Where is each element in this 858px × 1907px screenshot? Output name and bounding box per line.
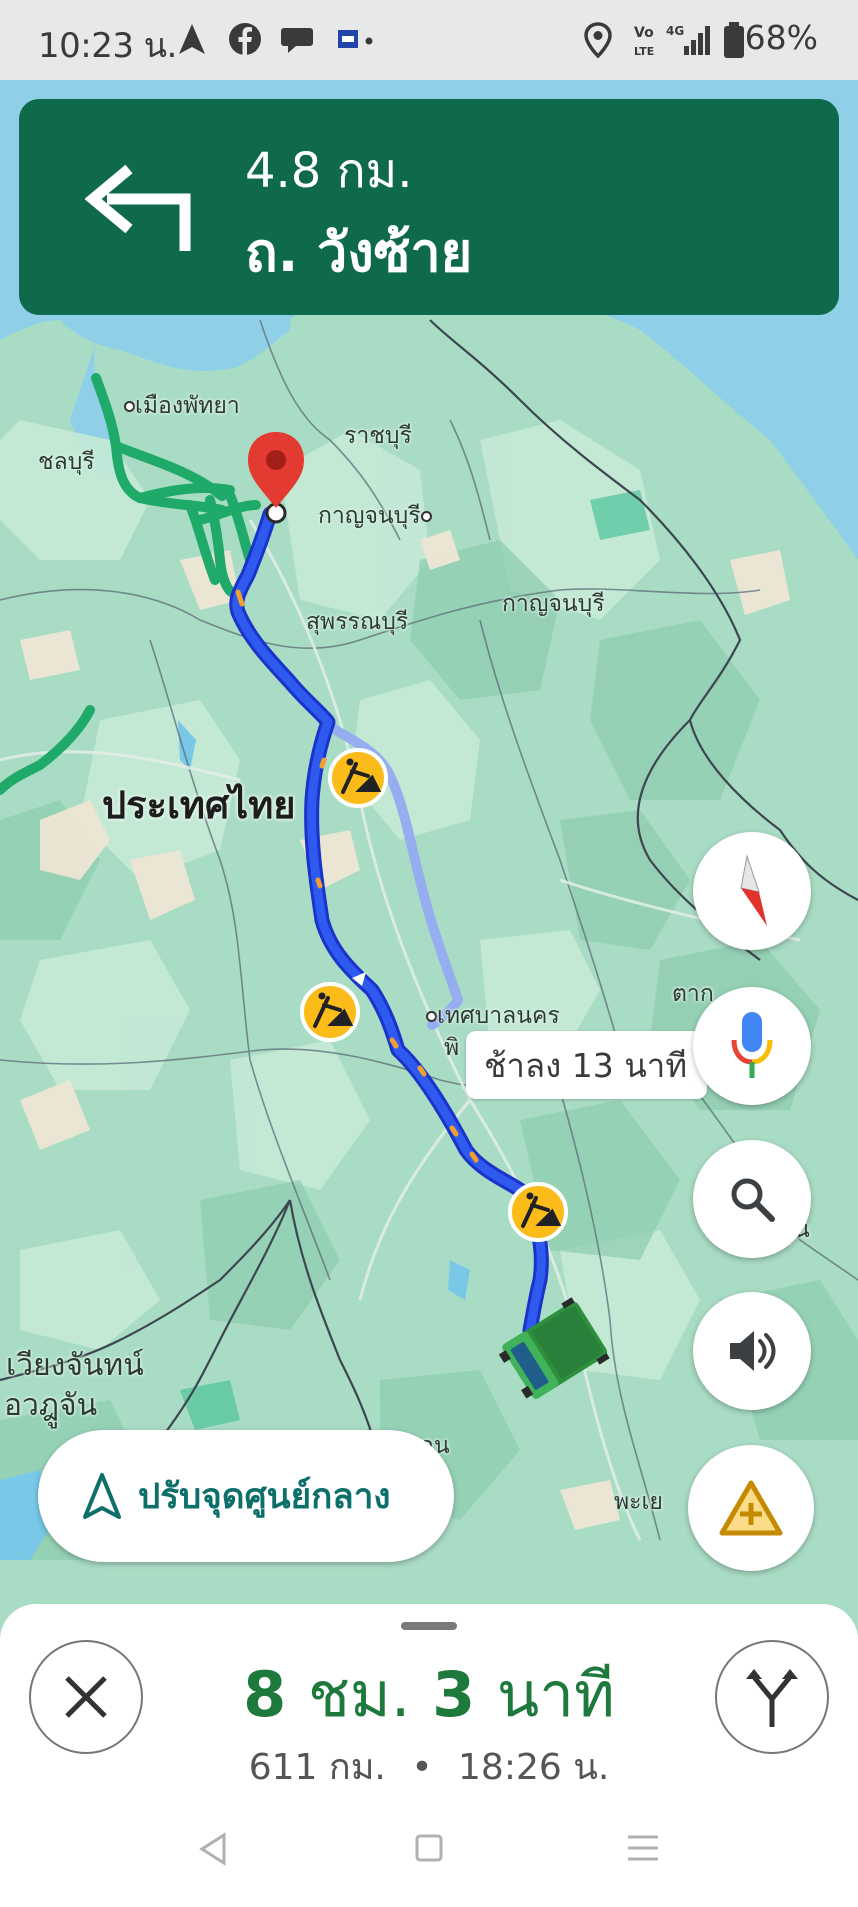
voice-search-button[interactable] <box>693 987 811 1105</box>
turn-left-icon <box>85 164 191 251</box>
volume-icon <box>730 1331 776 1371</box>
svg-text:LTE: LTE <box>634 45 654 58</box>
compass-button[interactable] <box>693 832 811 950</box>
system-navigation-bar <box>0 1810 858 1907</box>
map-label-kanchanaburi-province: กาญจนบุรี <box>502 591 605 617</box>
trip-separator: • <box>411 1747 433 1788</box>
status-time: 10:23 น. <box>38 26 177 66</box>
map-label-ratchaburi: ราชบุรี <box>344 423 412 449</box>
construction-icon <box>300 982 360 1042</box>
map-label-municipality: เทศบาลนคร <box>426 998 560 1034</box>
sound-button[interactable] <box>693 1292 811 1410</box>
facebook-icon <box>229 23 261 55</box>
home-icon[interactable] <box>414 1832 444 1864</box>
navigation-arrow-icon <box>179 24 205 54</box>
navigation-instruction-card[interactable]: 4.8 กม. ถ. วังซ้าย <box>19 99 839 315</box>
battery-icon <box>724 22 744 58</box>
menu-icon[interactable] <box>626 1832 660 1864</box>
compass-icon <box>740 854 767 926</box>
map-label-chonburi: ชลบุรี <box>38 449 95 475</box>
trip-hours-unit: ชม. <box>307 1658 411 1731</box>
trip-minutes: 3 <box>432 1658 476 1731</box>
search-icon <box>731 1178 775 1222</box>
map-label-phayao: พะเย <box>614 1489 663 1515</box>
microphone-icon <box>731 1012 773 1078</box>
back-icon[interactable] <box>198 1832 228 1866</box>
status-bar: 10:23 น. Vo LTE 4G 68% <box>0 0 858 80</box>
route-options-button[interactable] <box>715 1640 829 1754</box>
trip-details: 611 กม. • 18:26 น. <box>0 1738 858 1795</box>
recenter-label: ปรับจุดศูนย์กลาง <box>138 1476 391 1517</box>
sheet-drag-handle[interactable] <box>401 1622 457 1630</box>
construction-icon <box>328 748 388 808</box>
location-pin-icon <box>584 22 612 58</box>
map-label-suphanburi: สุพรรณบุรี <box>306 609 409 635</box>
construction-icon <box>508 1182 568 1242</box>
map-label-country: ประเทศไทย <box>102 783 296 827</box>
volte-icon: Vo LTE <box>634 25 654 58</box>
map-label-pattaya: เมืองพัทยา <box>124 388 240 424</box>
map-label-vientiane-secondary: อวฎูจัน <box>4 1388 98 1423</box>
add-report-button[interactable] <box>688 1445 814 1571</box>
map-label-phi: พิ <box>444 1035 460 1061</box>
chat-bubble-icon <box>281 28 313 53</box>
signal-icon: 4G <box>666 24 710 55</box>
recenter-button[interactable]: ปรับจุดศูนย์กลาง <box>38 1430 454 1562</box>
navigation-arrow-icon <box>83 1473 121 1519</box>
search-button[interactable] <box>693 1140 811 1258</box>
alternate-routes-icon <box>746 1669 798 1727</box>
turn-distance: 4.8 กม. <box>245 143 413 199</box>
trip-arrival-time: 18:26 น. <box>458 1747 610 1788</box>
battery-level: 68% <box>744 18 818 57</box>
map-label-kanchanaburi-city: กาญจนบุรี <box>318 498 432 534</box>
turn-street-name: ถ. วังซ้าย <box>245 221 473 284</box>
alternate-route-eta-bubble[interactable]: ช้าลง 13 นาที <box>466 1031 708 1099</box>
svg-text:Vo: Vo <box>634 25 654 41</box>
trip-distance: 611 กม. <box>248 1747 386 1788</box>
trip-minutes-unit: นาที <box>496 1658 615 1731</box>
add-report-icon <box>719 1480 783 1536</box>
svg-text:4G: 4G <box>666 24 684 38</box>
trip-hours: 8 <box>243 1658 287 1731</box>
app-icon <box>338 30 373 48</box>
